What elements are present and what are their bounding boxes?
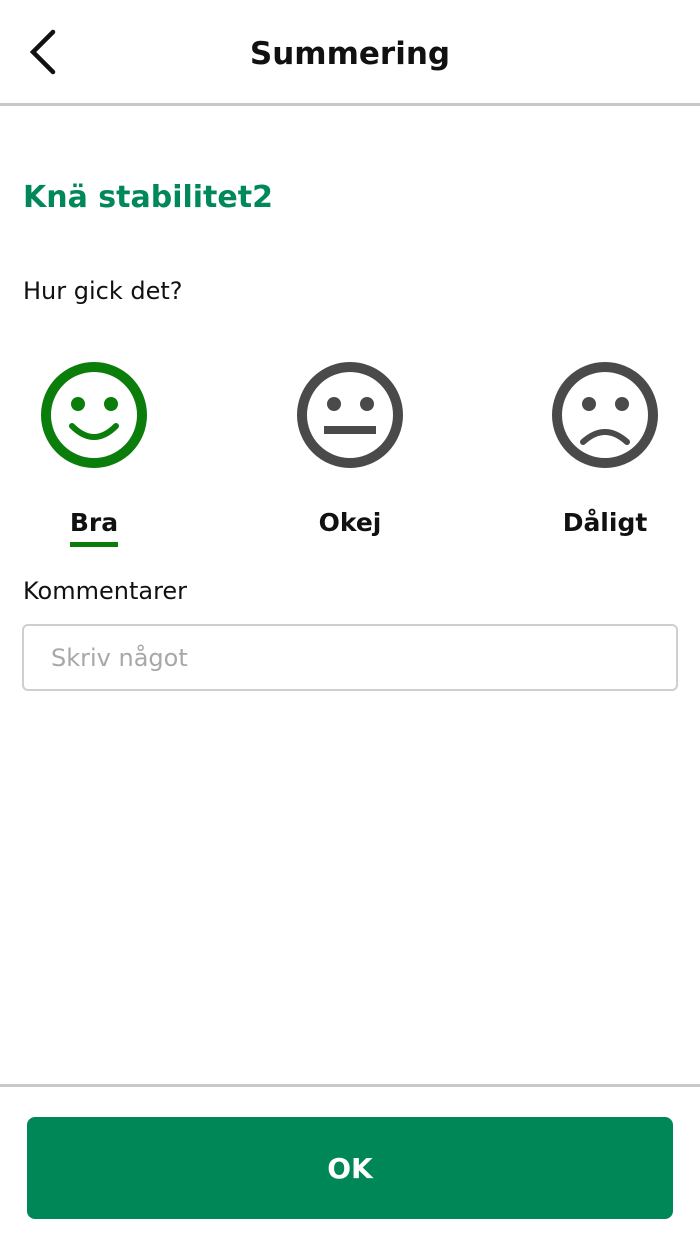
rating-option-good[interactable]: Bra [9,360,179,547]
page-title: Summering [249,36,451,72]
rating-label-good: Bra [69,508,119,547]
rating-label-bad: Dåligt [562,508,648,537]
exercise-title: Knä stabilitet2 [23,180,273,215]
smiley-happy-icon [41,362,147,468]
summary-screen: Summering Knä stabilitet2 Hur gick det? … [0,0,700,1244]
rating-option-ok[interactable]: Okej [265,360,435,542]
comments-label: Kommentarer [23,577,188,605]
question-text: Hur gick det? [23,277,183,305]
rating-option-bad[interactable]: Dåligt [520,360,690,542]
app-header: Summering [0,0,700,106]
comment-input[interactable] [22,624,678,691]
smiley-sad-icon [552,362,658,468]
rating-label-ok: Okej [318,508,382,537]
smiley-neutral-icon [297,362,403,468]
ok-button[interactable]: OK [27,1117,673,1219]
footer-bar: OK [0,1084,700,1244]
